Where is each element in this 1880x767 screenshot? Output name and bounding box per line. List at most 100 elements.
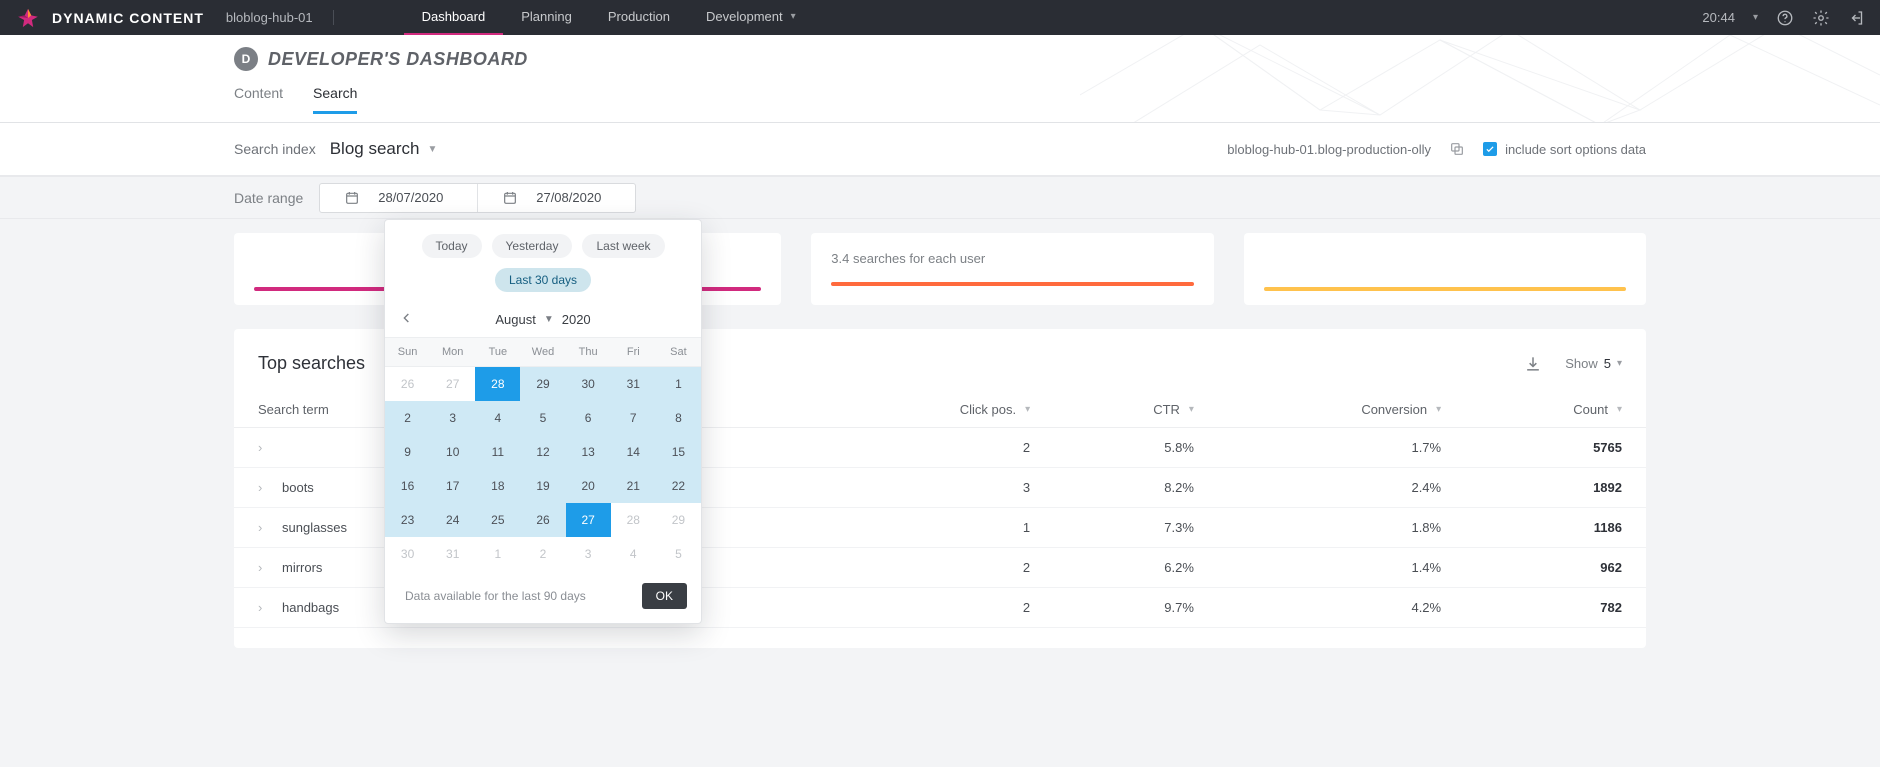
col-ctr[interactable]: CTR ▾ [1054,392,1218,428]
calendar-day[interactable]: 1 [475,537,520,571]
search-term-cell: mirrors [282,560,322,575]
brand-label: DYNAMIC CONTENT [52,10,204,26]
calendar-day[interactable]: 8 [656,401,701,435]
quick-range-chip[interactable]: Today [422,234,482,258]
expand-row-icon[interactable]: › [258,440,272,455]
calendar-day[interactable]: 14 [611,435,656,469]
calendar-day[interactable]: 29 [656,503,701,537]
calendar-day[interactable]: 22 [656,469,701,503]
col-conversion[interactable]: Conversion▾ [1218,392,1465,428]
logout-icon[interactable] [1848,9,1866,27]
col-ctr-label: CTR [1153,402,1180,417]
calendar-day[interactable]: 26 [385,367,430,401]
month-label[interactable]: August [495,312,535,327]
col-count[interactable]: Count▾ [1465,392,1646,428]
hub-name[interactable]: bloblog-hub-01 [226,10,334,25]
ctr-cell: 7.3% [1054,508,1218,548]
click-pos-cell: 3 [827,468,1054,508]
tab-content[interactable]: Content [234,85,283,114]
date-end-field[interactable]: 27/08/2020 [478,184,635,212]
tab-content-label: Content [234,85,283,101]
calendar-day[interactable]: 23 [385,503,430,537]
calendar-icon [502,190,518,206]
quick-range-chip[interactable]: Last 30 days [495,268,591,292]
calendar-day[interactable]: 12 [520,435,565,469]
expand-row-icon[interactable]: › [258,600,272,615]
col-count-label: Count [1573,402,1608,417]
calendar-day[interactable]: 13 [566,435,611,469]
calendar-day[interactable]: 26 [520,503,565,537]
calendar-day[interactable]: 29 [520,367,565,401]
expand-row-icon[interactable]: › [258,560,272,575]
calendar-day[interactable]: 1 [656,367,701,401]
nav-dashboard[interactable]: Dashboard [404,0,504,35]
col-click-pos[interactable]: Click pos. ▾ [827,392,1054,428]
ctr-cell: 8.2% [1054,468,1218,508]
conversion-cell: 1.8% [1218,508,1465,548]
calendar-day[interactable]: 2 [520,537,565,571]
calendar-day[interactable]: 3 [430,401,475,435]
settings-icon[interactable] [1812,9,1830,27]
chevron-down-icon[interactable]: ▾ [1753,12,1758,23]
calendar-day[interactable]: 20 [566,469,611,503]
app-logo-icon [14,4,42,32]
include-sort-toggle[interactable]: include sort options data [1483,142,1646,157]
calendar-day[interactable]: 5 [656,537,701,571]
calendar-day[interactable]: 17 [430,469,475,503]
calendar-day[interactable]: 11 [475,435,520,469]
calendar-day[interactable]: 30 [566,367,611,401]
calendar-day[interactable]: 16 [385,469,430,503]
calendar-day[interactable]: 7 [611,401,656,435]
nav-production[interactable]: Production [590,0,688,35]
calendar-day[interactable]: 3 [566,537,611,571]
sort-icon: ▾ [1025,404,1030,415]
sort-icon: ▾ [1189,404,1194,415]
calendar-day[interactable]: 24 [430,503,475,537]
calendar-day[interactable]: 30 [385,537,430,571]
expand-row-icon[interactable]: › [258,480,272,495]
prev-month-button[interactable] [399,310,415,329]
quick-range-chip[interactable]: Yesterday [492,234,573,258]
calendar-day[interactable]: 4 [611,537,656,571]
calendar-day[interactable]: 15 [656,435,701,469]
date-end-value: 27/08/2020 [526,190,611,205]
col-click-pos-label: Click pos. [960,402,1016,417]
nav-development[interactable]: Development ▾ [688,0,814,35]
filter-bar: Search index Blog search ▼ bloblog-hub-0… [0,122,1880,177]
nav-planning[interactable]: Planning [503,0,590,35]
index-id-label: bloblog-hub-01.blog-production-olly [1227,142,1431,157]
quick-range-chip[interactable]: Last week [582,234,664,258]
search-index-select[interactable]: Blog search ▼ [330,139,438,159]
tab-search[interactable]: Search [313,85,357,114]
calendar-day[interactable]: 2 [385,401,430,435]
year-label[interactable]: 2020 [562,312,591,327]
date-range-picker[interactable]: 28/07/2020 27/08/2020 [319,183,636,213]
calendar-day[interactable]: 27 [430,367,475,401]
calendar-day[interactable]: 31 [611,367,656,401]
expand-row-icon[interactable]: › [258,520,272,535]
col-conversion-label: Conversion [1361,402,1427,417]
nav-dashboard-label: Dashboard [422,9,486,24]
ok-button[interactable]: OK [642,583,687,609]
calendar-day[interactable]: 28 [611,503,656,537]
help-icon[interactable] [1776,9,1794,27]
calendar-day[interactable]: 25 [475,503,520,537]
calendar-day[interactable]: 19 [520,469,565,503]
calendar-day[interactable]: 28 [475,367,520,401]
date-start-field[interactable]: 28/07/2020 [320,184,478,212]
copy-icon[interactable] [1449,141,1465,157]
show-count-select[interactable]: Show 5 ▾ [1565,356,1622,371]
download-icon[interactable] [1523,354,1543,374]
day-of-week-label: Sat [656,338,701,366]
calendar-day[interactable]: 31 [430,537,475,571]
calendar-day[interactable]: 10 [430,435,475,469]
calendar-day[interactable]: 9 [385,435,430,469]
search-index-value: Blog search [330,139,420,159]
calendar-day[interactable]: 27 [566,503,611,537]
calendar-day[interactable]: 18 [475,469,520,503]
calendar-day[interactable]: 21 [611,469,656,503]
search-term-cell: boots [282,480,314,495]
calendar-day[interactable]: 6 [566,401,611,435]
calendar-day[interactable]: 5 [520,401,565,435]
calendar-day[interactable]: 4 [475,401,520,435]
